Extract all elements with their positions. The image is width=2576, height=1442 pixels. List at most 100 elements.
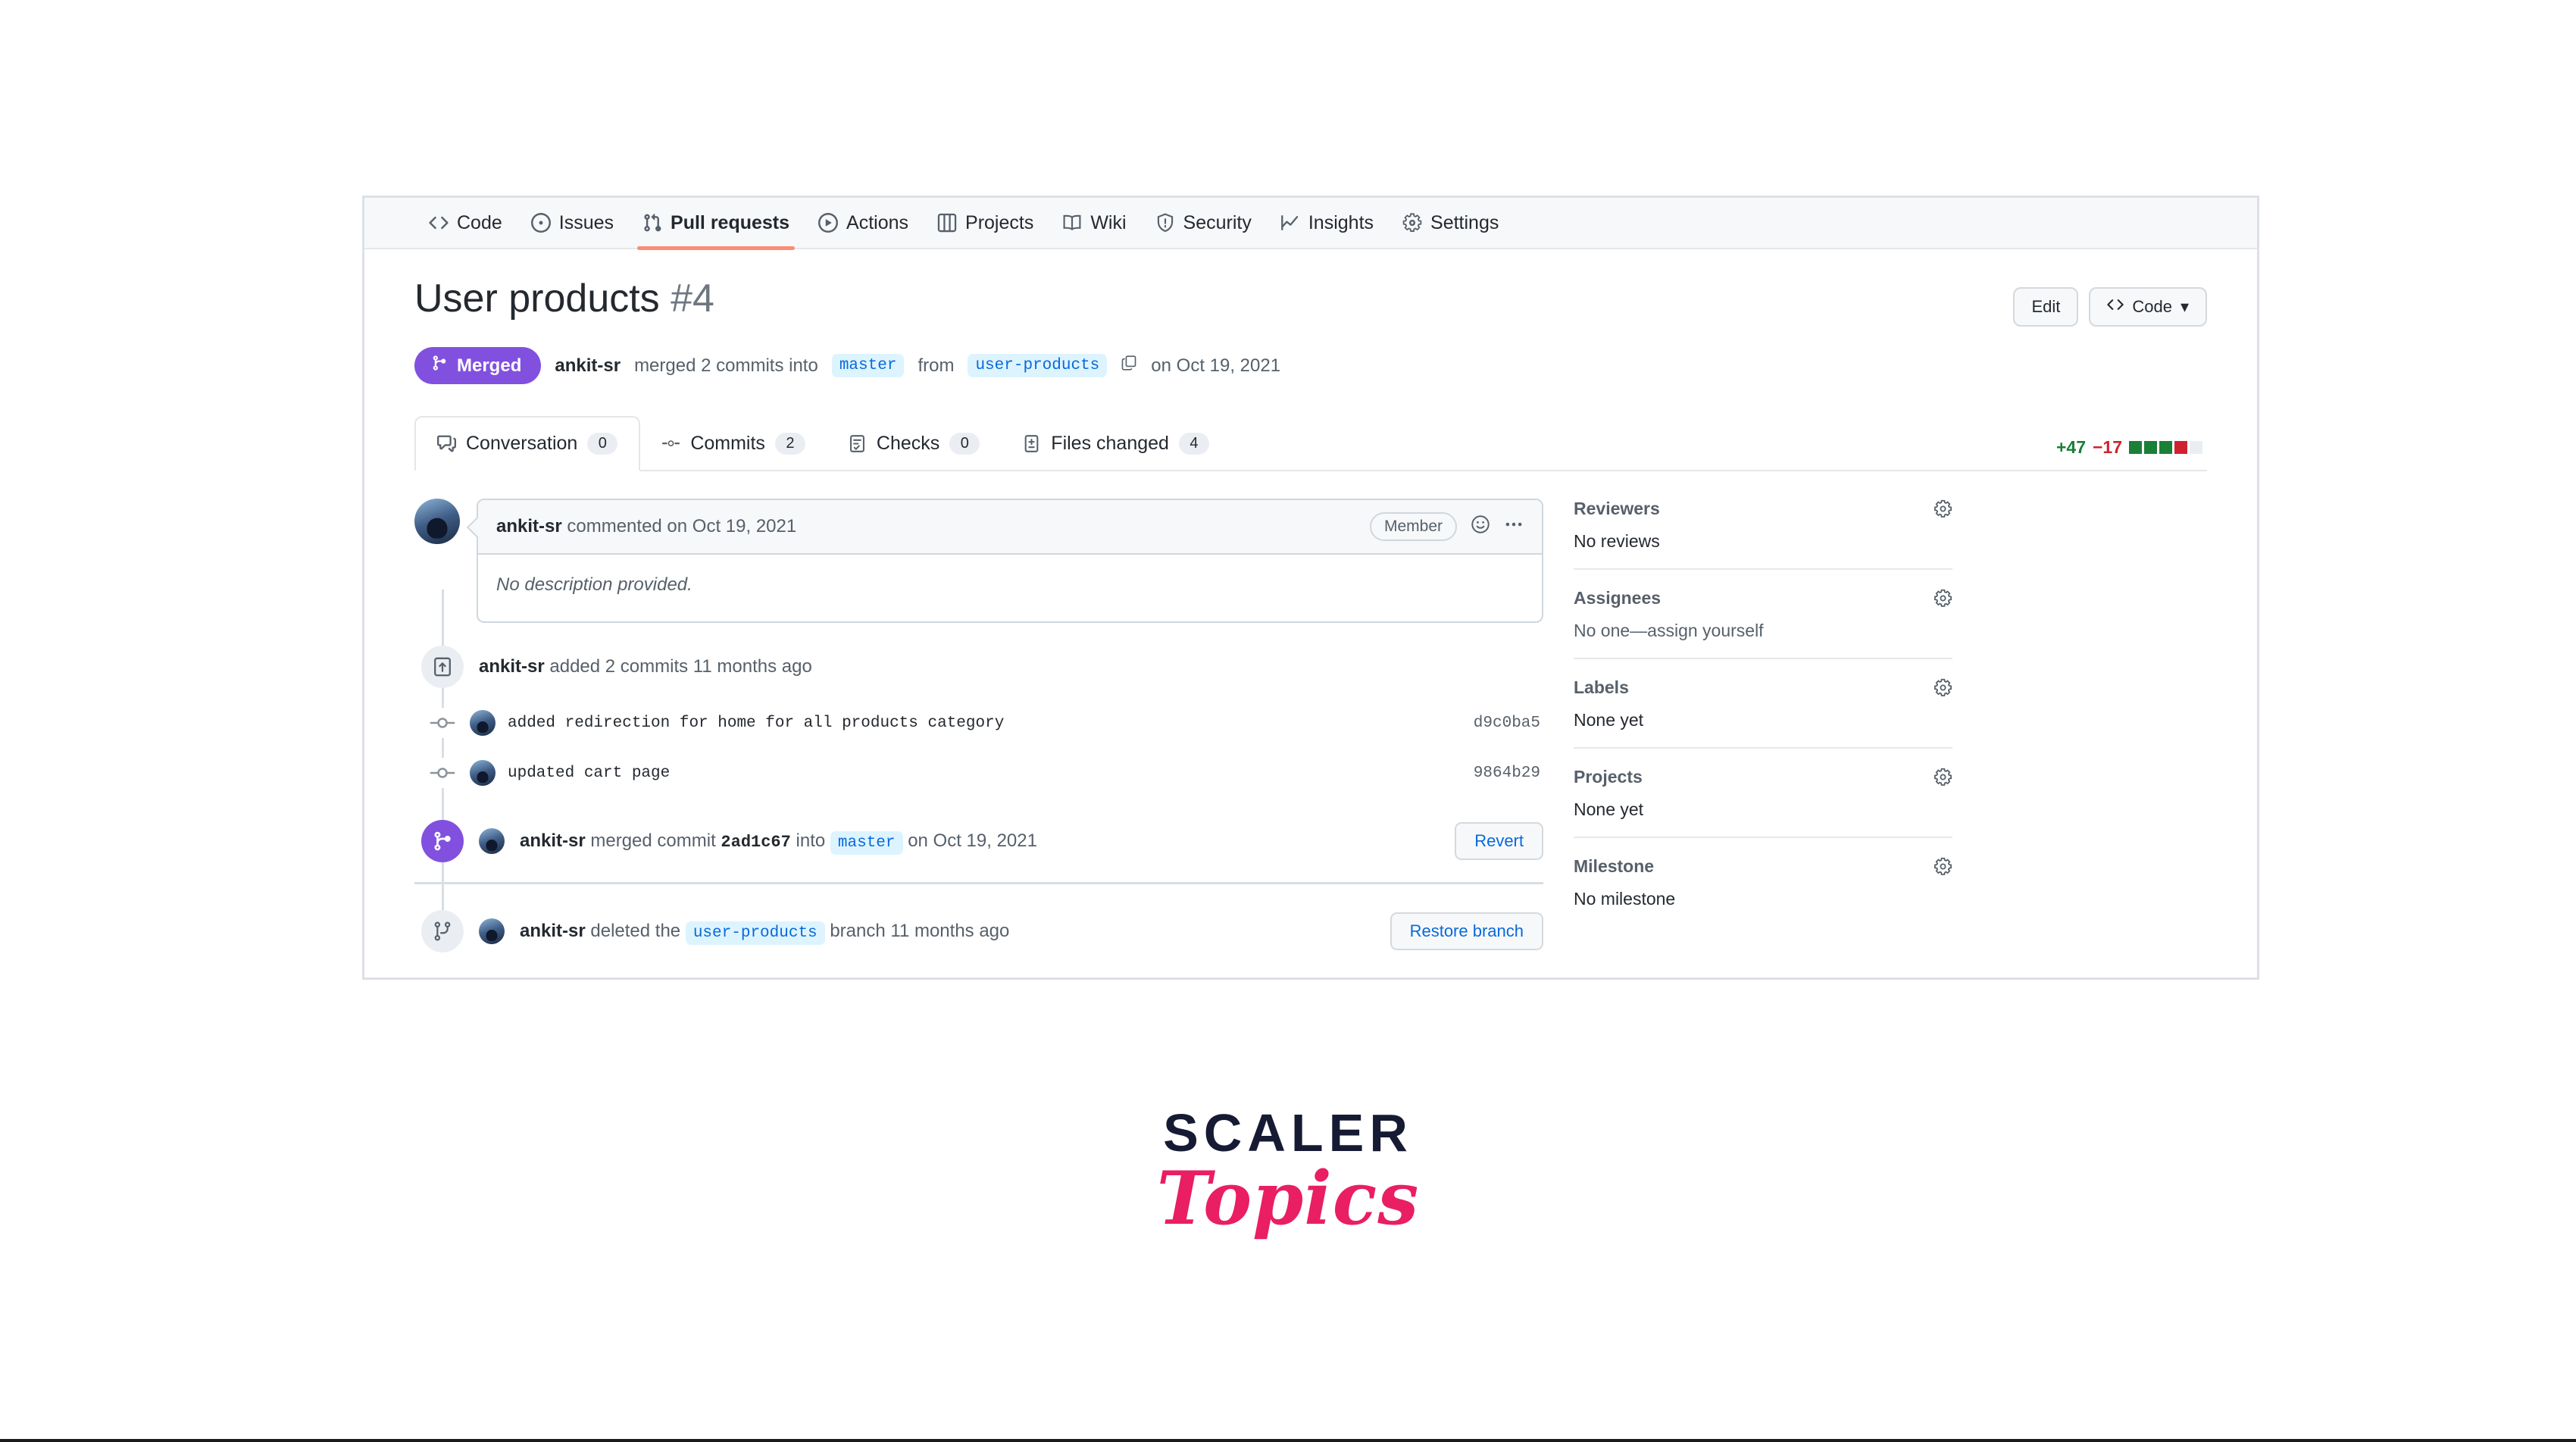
deleted-event-author[interactable]: ankit-sr (520, 921, 586, 941)
avatar[interactable] (479, 828, 505, 854)
sidebar-section-header: Milestone (1574, 856, 1952, 877)
comment-author[interactable]: ankit-sr (496, 516, 562, 536)
kebab-menu-icon[interactable] (1504, 515, 1524, 540)
logo-secondary-text: Topics (1156, 1156, 1420, 1241)
member-badge: Member (1369, 512, 1457, 541)
commit-list-item: updated cart page 9864b29 (414, 758, 1543, 788)
book-icon (1062, 213, 1082, 233)
gear-icon[interactable] (1934, 857, 1952, 876)
pr-page-body: User products #4 Edit Code ▾ Merged anki… (364, 249, 2257, 952)
nav-label: Projects (965, 211, 1034, 233)
nav-label: Wiki (1090, 211, 1127, 233)
diff-additions: +47 (2055, 437, 2086, 457)
timeline-author[interactable]: ankit-sr (479, 656, 545, 677)
sidebar-section-milestone: Milestone No milestone (1574, 856, 1952, 926)
conversation-column: ankit-sr commented on Oct 19, 2021 Membe… (414, 499, 1543, 952)
base-branch-chip[interactable]: master (831, 354, 905, 377)
tab-conversation[interactable]: Conversation 0 (414, 416, 641, 471)
gear-icon (1402, 213, 1422, 233)
code-icon (2107, 296, 2124, 317)
tab-counter: 2 (774, 433, 805, 455)
code-button[interactable]: Code ▾ (2089, 287, 2207, 327)
sidebar-section-header: Reviewers (1574, 499, 1952, 519)
pr-sidebar: Reviewers No reviews Assignees No one—as… (1574, 499, 1952, 952)
sidebar-section-labels: Labels None yet (1574, 677, 1952, 749)
nav-item-security[interactable]: Security (1141, 197, 1266, 249)
commit-sha[interactable]: 9864b29 (1474, 765, 1543, 782)
tab-files-changed[interactable]: Files changed 4 (1001, 418, 1230, 470)
sidebar-section-title: Labels (1574, 677, 1629, 697)
pr-header-row: User products #4 Edit Code ▾ (414, 277, 2207, 327)
git-commit-node-icon (427, 708, 458, 738)
merged-commit-sha[interactable]: 2ad1c67 (721, 833, 790, 852)
screenshot-panel: Code Issues Pull requests Actions Projec (362, 195, 2259, 980)
deleted-event-text: ankit-sr deleted the user-products branc… (520, 921, 1375, 945)
nav-item-projects[interactable]: Projects (923, 197, 1048, 249)
merged-target-branch[interactable]: master (830, 831, 903, 855)
sidebar-section-projects: Projects None yet (1574, 767, 1952, 838)
nav-item-settings[interactable]: Settings (1388, 197, 1513, 249)
commit-sha[interactable]: d9c0ba5 (1474, 715, 1543, 732)
avatar[interactable] (479, 918, 505, 944)
sidebar-section-header: Assignees (1574, 588, 1952, 608)
header-actions: Edit Code ▾ (2013, 277, 2207, 327)
nav-item-insights[interactable]: Insights (1266, 197, 1388, 249)
shield-icon (1155, 213, 1175, 233)
nav-label: Code (457, 211, 502, 233)
checklist-icon (848, 434, 867, 453)
sidebar-section-value: No milestone (1574, 889, 1676, 909)
avatar[interactable] (414, 499, 460, 544)
tab-counter: 0 (949, 433, 980, 455)
sidebar-section-value[interactable]: No one—assign yourself (1574, 621, 1952, 641)
merged-event-text-1: merged commit (590, 830, 716, 851)
file-diff-icon (1022, 434, 1041, 453)
nav-label: Pull requests (671, 211, 790, 233)
git-merge-icon (431, 355, 448, 377)
sidebar-section-title: Reviewers (1574, 499, 1660, 518)
restore-branch-button[interactable]: Restore branch (1390, 912, 1543, 950)
diff-stat: +47 −17 (2056, 437, 2202, 458)
head-branch-chip[interactable]: user-products (968, 354, 1108, 377)
nav-item-code[interactable]: Code (414, 197, 517, 249)
emoji-reaction-icon[interactable] (1471, 515, 1490, 540)
comment-header: ankit-sr commented on Oct 19, 2021 Membe… (478, 500, 1542, 555)
commit-message[interactable]: updated cart page (508, 765, 1462, 782)
diff-block (2144, 441, 2157, 454)
git-commit-node-icon (427, 758, 458, 788)
gear-icon[interactable] (1934, 678, 1952, 697)
play-icon (818, 213, 839, 233)
nav-label: Actions (846, 211, 909, 233)
sidebar-section-header: Projects (1574, 767, 1952, 787)
pr-tabs: Conversation 0 Commits 2 Checks 0 Files … (414, 416, 2207, 471)
gear-icon[interactable] (1934, 589, 1952, 608)
diff-block (2129, 441, 2142, 454)
sidebar-section-value: None yet (1574, 799, 1644, 819)
tab-counter: 0 (587, 433, 618, 455)
copy-icon[interactable] (1121, 355, 1137, 377)
avatar[interactable] (470, 710, 496, 736)
nav-item-issues[interactable]: Issues (517, 197, 628, 249)
gear-icon[interactable] (1934, 499, 1952, 518)
edit-button[interactable]: Edit (2013, 287, 2079, 327)
nav-item-pull-requests[interactable]: Pull requests (628, 197, 804, 250)
avatar[interactable] (470, 760, 496, 786)
sidebar-section-title: Projects (1574, 767, 1643, 787)
tab-checks[interactable]: Checks 0 (827, 418, 1001, 470)
timeline-deleted-branch-event: ankit-sr deleted the user-products branc… (414, 910, 1543, 952)
commit-message[interactable]: added redirection for home for all produ… (508, 715, 1462, 732)
revert-button[interactable]: Revert (1455, 822, 1543, 860)
comment-byline: ankit-sr commented on Oct 19, 2021 (496, 516, 796, 537)
merge-author[interactable]: ankit-sr (555, 355, 621, 377)
nav-item-wiki[interactable]: Wiki (1048, 197, 1140, 249)
nav-item-actions[interactable]: Actions (804, 197, 923, 249)
diff-block (2159, 441, 2172, 454)
timeline-divider (414, 882, 1543, 884)
sidebar-section-assignees: Assignees No one—assign yourself (1574, 588, 1952, 659)
graph-icon (1280, 213, 1300, 233)
sidebar-section-reviewers: Reviewers No reviews (1574, 499, 1952, 570)
gear-icon[interactable] (1934, 768, 1952, 787)
tab-commits[interactable]: Commits 2 (640, 418, 827, 470)
merged-event-author[interactable]: ankit-sr (520, 830, 586, 851)
merge-text-2: from (918, 355, 955, 376)
merged-event-date: on Oct 19, 2021 (908, 830, 1037, 851)
